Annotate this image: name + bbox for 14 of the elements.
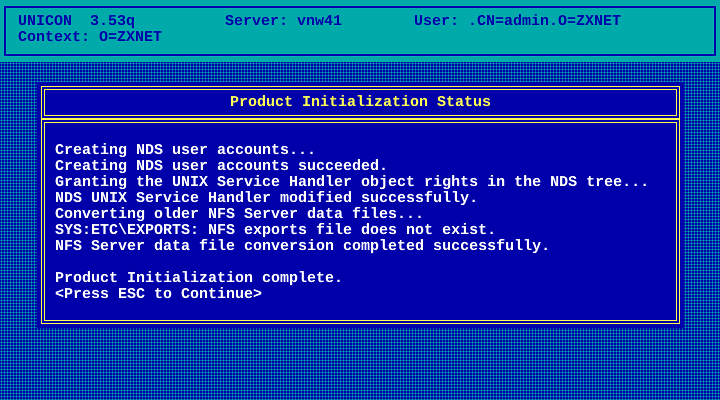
status-message: Creating NDS user accounts succeeded. xyxy=(55,159,390,175)
product-version: UNICON 3.53q xyxy=(18,14,136,30)
user-name: User: .CN=admin.O=ZXNET xyxy=(414,14,622,30)
completion-message: <Press ESC to Continue> xyxy=(55,287,264,303)
status-message: NDS UNIX Service Handler modified successfully. xyxy=(55,191,480,207)
dialog-title: Product Initialization Status xyxy=(230,94,492,110)
status-message: Creating NDS user accounts... xyxy=(55,143,318,159)
completion-message: Product Initialization complete. xyxy=(55,271,344,287)
status-message: NFS Server data file conversion completed successfully. xyxy=(55,239,552,255)
context-label: Context: O=ZXNET xyxy=(18,30,162,46)
status-message: Converting older NFS Server data files... xyxy=(55,207,426,223)
server-name: Server: vnw41 xyxy=(225,14,344,30)
status-message: SYS:ETC\EXPORTS: NFS exports file does not exist. xyxy=(55,223,496,239)
status-message: Granting the UNIX Service Handler object rights in the NDS tree... xyxy=(55,175,650,191)
